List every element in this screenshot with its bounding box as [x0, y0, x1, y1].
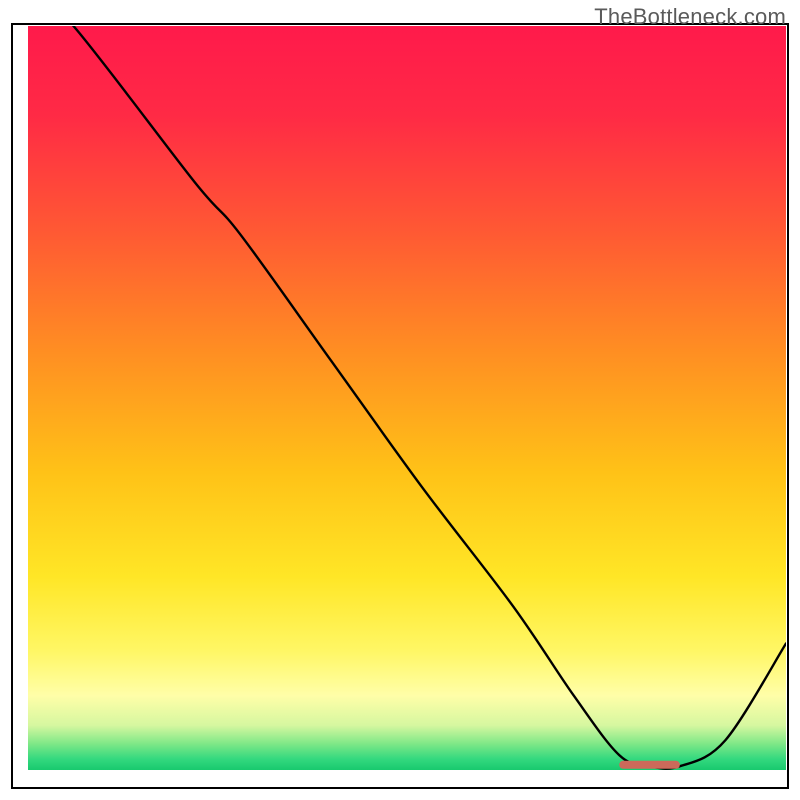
- chart-stage: TheBottleneck.com: [0, 0, 800, 800]
- optimal-range-marker: [619, 761, 680, 769]
- gradient-background: [28, 26, 786, 770]
- bottleneck-chart: [0, 0, 800, 800]
- watermark-text: TheBottleneck.com: [594, 4, 786, 30]
